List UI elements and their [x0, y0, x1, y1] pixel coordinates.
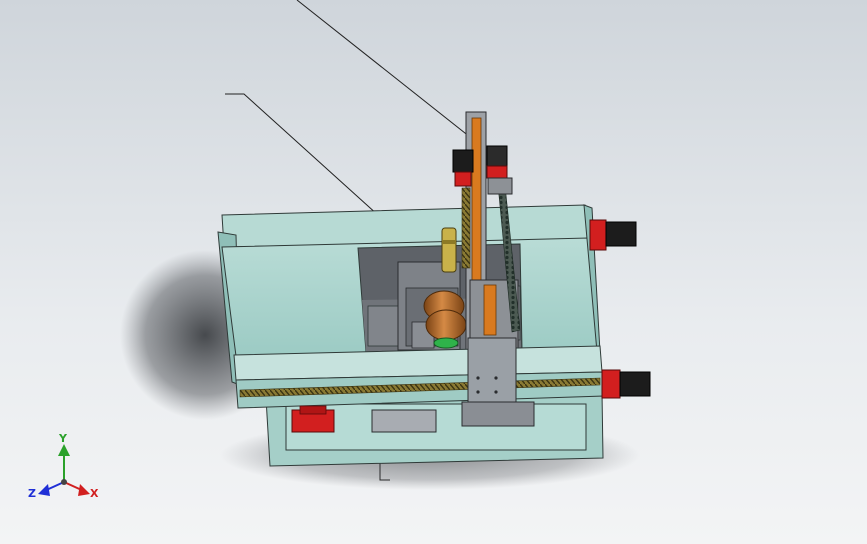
triad-x-label: X [90, 487, 99, 500]
green-gear [433, 337, 459, 349]
pocket-block-left [367, 305, 399, 347]
right-motor-upper-body [605, 221, 637, 247]
top-motor-right-body [486, 145, 508, 167]
triad-x-arrow [78, 484, 90, 496]
top-motor-right-red [486, 165, 508, 179]
front-motor[interactable] [291, 405, 335, 433]
slide-bolt-1 [476, 376, 480, 380]
slide-bolt-3 [476, 390, 480, 394]
slide-bolt-2 [494, 376, 498, 380]
triad-z-arrow [38, 484, 50, 496]
cad-viewport[interactable]: Y Z X [0, 0, 867, 544]
right-motor-lower[interactable] [601, 369, 651, 399]
column-screw [461, 187, 471, 269]
right-motor-upper-red [589, 219, 607, 251]
cross-slide-block [467, 337, 517, 405]
triad-y-arrow [58, 444, 70, 456]
leader-line-top [296, 0, 471, 138]
yellow-cylinder [441, 227, 457, 273]
right-motor-upper[interactable] [589, 219, 637, 251]
yellow-cylinder-band [442, 240, 456, 244]
coordinate-triad: Y Z X [28, 432, 99, 500]
right-motor-lower-red [601, 369, 621, 399]
right-motor-lower-body [619, 371, 651, 397]
lower-carriage [461, 401, 535, 427]
triad-z-label: Z [28, 487, 36, 500]
column-carriage-plate [483, 284, 497, 336]
assembly-scene[interactable]: Y Z X [0, 0, 867, 544]
triad-origin [61, 479, 67, 485]
top-motor-left-body [452, 149, 474, 173]
front-motor-cap [299, 405, 327, 415]
roller-lower [425, 309, 467, 341]
triad-y-label: Y [58, 432, 68, 445]
lower-carriage-plate [371, 409, 437, 433]
top-motor-left-red [454, 171, 472, 187]
slide-bolt-4 [494, 390, 498, 394]
top-gearbox [487, 177, 513, 195]
